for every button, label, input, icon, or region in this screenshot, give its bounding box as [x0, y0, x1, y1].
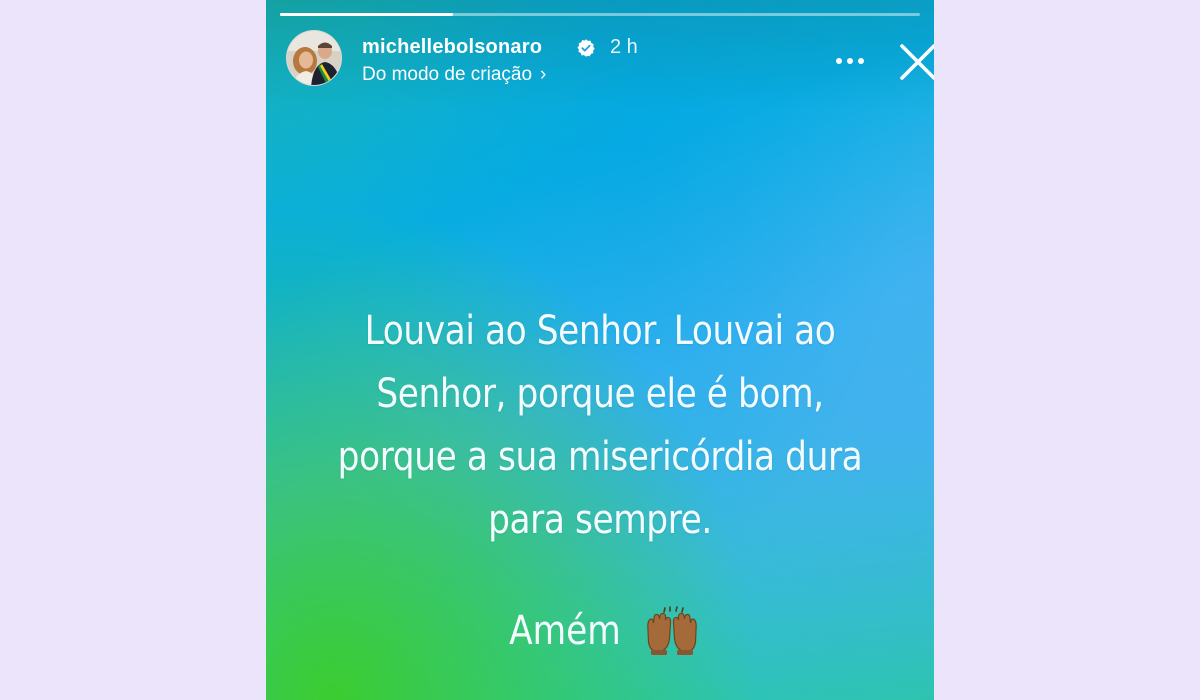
creation-mode-label: Do modo de criação	[362, 64, 533, 85]
avatar[interactable]	[286, 30, 342, 86]
more-horizontal-icon	[836, 58, 864, 64]
post-time: 2 h	[610, 36, 638, 58]
story-viewer[interactable]: michellebolsonaro 2 h Do modo de criação…	[266, 0, 934, 700]
creation-mode-link[interactable]: Do modo de criação ›	[362, 64, 546, 86]
avatar-photo	[287, 31, 341, 85]
verified-badge-icon	[577, 39, 595, 57]
close-icon	[900, 44, 934, 80]
story-closing: Amém	[266, 603, 934, 659]
story-text: Louvai ao Senhor. Louvai ao Senhor, porq…	[313, 300, 887, 552]
story-progress-bar	[280, 13, 920, 16]
closing-text: Amém	[509, 608, 621, 654]
story-text-line: para sempre.	[488, 497, 712, 543]
story-text-line: porque a sua misericórdia dura	[337, 434, 863, 480]
more-options-button[interactable]	[824, 48, 876, 74]
raising-hands-icon	[647, 606, 697, 655]
story-header: michellebolsonaro 2 h Do modo de criação…	[286, 30, 934, 90]
username[interactable]: michellebolsonaro	[362, 36, 542, 59]
story-text-line: Louvai ao Senhor. Louvai ao	[364, 308, 836, 354]
page: michellebolsonaro 2 h Do modo de criação…	[0, 0, 1200, 700]
chevron-right-icon: ›	[540, 64, 547, 85]
story-text-line: Senhor, porque ele é bom,	[376, 371, 824, 417]
close-button[interactable]	[896, 40, 934, 84]
story-progress-fill	[280, 13, 453, 16]
